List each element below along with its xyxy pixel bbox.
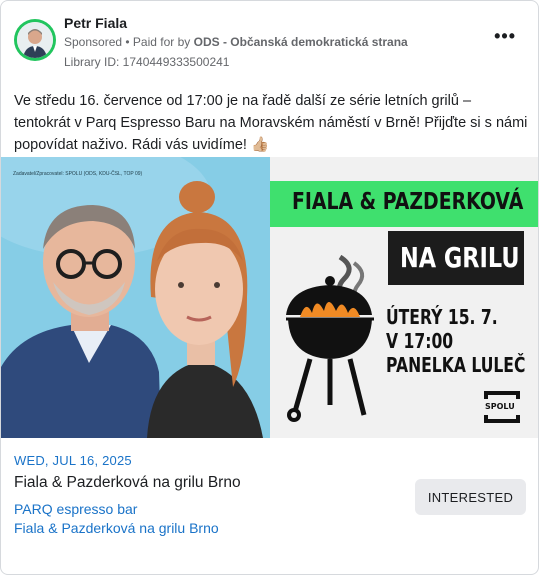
candidates-photo: Zadavatel/Zpracovatel: SPOLU (ODS, KDU-Č… <box>1 157 270 438</box>
ad-disclaimer: Zadavatel/Zpracovatel: SPOLU (ODS, KDU-Č… <box>13 171 143 177</box>
ad-card: Petr Fiala Sponsored • Paid for by ODS -… <box>0 0 539 575</box>
spolu-logo-text: SPOLU <box>485 402 515 411</box>
interested-button[interactable]: INTERESTED <box>415 479 526 515</box>
event-name-link[interactable]: Fiala & Pazderková na grilu Brno <box>14 520 219 536</box>
event-place-link[interactable]: PARQ espresso bar <box>14 501 137 517</box>
event-poster: FIALA & PAZDERKOVÁ NA GRILU ÚTERÝ 15. 7.… <box>270 157 538 438</box>
poster-place: PANELKA LULEČ <box>386 353 526 377</box>
sponsor-line: Sponsored • Paid for by ODS - Občanská d… <box>64 35 408 49</box>
page-name[interactable]: Petr Fiala <box>64 15 127 31</box>
event-title[interactable]: Fiala & Pazderková na grilu Brno <box>14 474 241 492</box>
post-text: Ve středu 16. července od 17:00 je na řa… <box>14 93 528 153</box>
paid-for-prefix: • Paid for by <box>122 35 194 49</box>
paid-for-org[interactable]: ODS - Občanská demokratická strana <box>194 35 408 49</box>
poster-time: V 17:00 <box>386 329 454 353</box>
avatar[interactable] <box>14 19 56 61</box>
event-image[interactable]: Zadavatel/Zpracovatel: SPOLU (ODS, KDU-Č… <box>1 157 538 438</box>
event-date: WED, JUL 16, 2025 <box>14 453 132 468</box>
more-horizontal-icon[interactable]: ••• <box>494 27 516 45</box>
grill-icon <box>286 255 374 422</box>
post-header: Petr Fiala Sponsored • Paid for by ODS -… <box>14 13 526 73</box>
avatar-photo <box>17 22 53 58</box>
poster-date: ÚTERÝ 15. 7. <box>386 305 498 329</box>
poster-title: FIALA & PAZDERKOVÁ <box>292 189 524 215</box>
library-id: Library ID: 1740449333500241 <box>64 55 230 69</box>
poster-subtitle: NA GRILU <box>400 241 520 274</box>
sponsored-label: Sponsored <box>64 35 123 49</box>
